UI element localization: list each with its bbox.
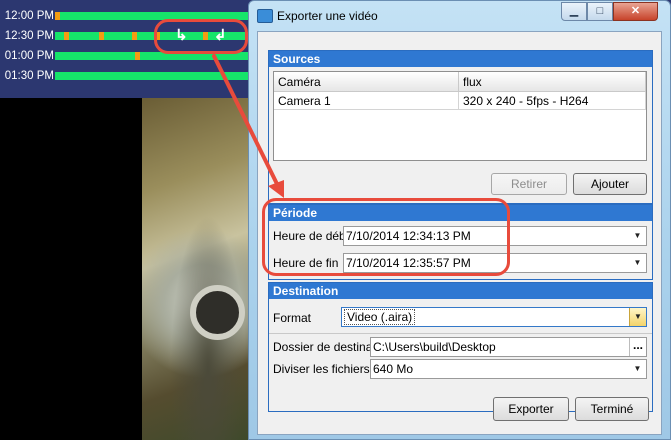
chevron-down-icon[interactable]: ▼ (629, 254, 646, 272)
destination-header: Destination (269, 283, 652, 299)
video-frame (142, 98, 252, 440)
timeline-selection-highlight (154, 19, 248, 54)
dialog-title: Exporter une vidéo (277, 9, 378, 23)
timeline-time-label: 01:00 PM (4, 50, 54, 62)
split-files-select[interactable]: 640 Mo ▼ (370, 359, 647, 379)
timeline-time-label: 01:30 PM (4, 70, 54, 82)
done-button[interactable]: Terminé (575, 397, 649, 421)
divider (269, 333, 652, 334)
maximize-button[interactable]: □ (587, 2, 613, 21)
video-object (190, 285, 245, 340)
sources-group: Sources Caméra flux Camera 1 320 x 240 -… (268, 50, 653, 204)
export-button[interactable]: Exporter (493, 397, 569, 421)
destination-folder-value: C:\Users\build\Desktop (373, 340, 496, 354)
minimize-button[interactable]: ▁ (561, 2, 587, 21)
timeline-marker (132, 32, 137, 40)
dialog-titlebar[interactable]: Exporter une vidéo ▁ □ ✕ (249, 1, 670, 31)
destination-folder-input[interactable]: C:\Users\build\Desktop ... (370, 337, 647, 357)
app-icon (257, 9, 273, 23)
remove-button[interactable]: Retirer (491, 173, 567, 195)
format-label: Format (273, 311, 312, 325)
chevron-down-icon[interactable]: ▼ (629, 360, 646, 378)
format-value: Video (.aira) (344, 309, 416, 325)
destination-group: Destination Format Video (.aira) ▼ Dossi… (268, 282, 653, 412)
timeline-marker (55, 12, 60, 20)
column-header-camera[interactable]: Caméra (274, 72, 459, 92)
add-button[interactable]: Ajouter (573, 173, 647, 195)
table-cell-camera[interactable]: Camera 1 (274, 92, 459, 110)
split-files-label: Diviser les fichiers à (273, 362, 371, 376)
camera-table[interactable]: Caméra flux Camera 1 320 x 240 - 5fps - … (273, 71, 647, 161)
timeline-marker (64, 32, 69, 40)
chevron-down-icon[interactable]: ▼ (629, 227, 646, 245)
timeline-time-label: 12:00 PM (4, 10, 54, 22)
table-cell-flux[interactable]: 320 x 240 - 5fps - H264 (459, 92, 646, 110)
destination-folder-label: Dossier de destination (273, 340, 371, 354)
sources-header: Sources (269, 51, 652, 67)
period-highlight (262, 198, 510, 276)
format-select[interactable]: Video (.aira) ▼ (341, 307, 647, 327)
close-button[interactable]: ✕ (613, 2, 658, 21)
split-files-value: 640 Mo (373, 362, 414, 376)
timeline-time-label: 12:30 PM (4, 30, 54, 42)
chevron-down-icon[interactable]: ▼ (629, 308, 646, 326)
browse-button[interactable]: ... (629, 338, 646, 356)
timeline-marker (99, 32, 104, 40)
timeline-marker (135, 52, 140, 60)
column-header-flux[interactable]: flux (459, 72, 646, 92)
